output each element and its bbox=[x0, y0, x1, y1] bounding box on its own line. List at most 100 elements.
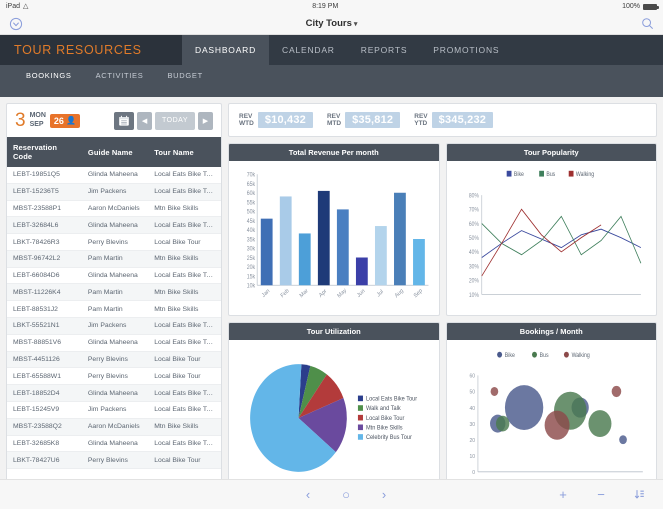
x-tick-label: Sep bbox=[413, 288, 424, 300]
kpi-ytd-value: $345,232 bbox=[431, 112, 494, 128]
cell-reservation-code: LBKT-78426R3 bbox=[13, 238, 60, 246]
today-button[interactable]: TODAY bbox=[155, 111, 195, 130]
subtab-budget[interactable]: BUDGET bbox=[155, 65, 214, 85]
x-tick-label: Apr bbox=[318, 288, 328, 299]
cell-reservation-code: MBST-4451126 bbox=[13, 355, 60, 363]
cell-reservation-code: LBKT-78427U6 bbox=[13, 456, 60, 464]
table-row[interactable]: LEBT-65588W1 Perry Blevins Local Bike Tour bbox=[7, 368, 221, 385]
subtab-activities[interactable]: ACTIVITIES bbox=[84, 65, 156, 85]
add-button[interactable]: + bbox=[555, 487, 571, 503]
cell-reservation-code: LBKT-55521N1 bbox=[13, 322, 60, 330]
kpi-ytd-label-line1: REV bbox=[414, 112, 428, 120]
legend-swatch bbox=[357, 434, 363, 440]
column-tour-name[interactable]: Tour Name bbox=[148, 137, 221, 167]
table-row[interactable]: MBST-11226K4 Pam Martin Mtn Bike Skills bbox=[7, 283, 221, 301]
kpi-wtd-value: $10,432 bbox=[257, 112, 313, 128]
y-tick-label: 50 bbox=[469, 389, 475, 395]
y-tick-label: 15k bbox=[247, 274, 256, 280]
table-row[interactable]: LBKT-55521N1 Jim Packens Local Eats Bike T… bbox=[7, 317, 221, 335]
back-button[interactable]: ‹ bbox=[300, 487, 316, 503]
toolbar-left-group: ‹ ○ › bbox=[300, 487, 392, 503]
cell-reservation-code: LEBT-88531J2 bbox=[13, 305, 58, 313]
cell-guide-name: Glinda Maheena bbox=[87, 389, 138, 397]
cell-guide-name: Perry Blevins bbox=[87, 372, 128, 380]
table-row[interactable]: LBKT-78427U6 Perry Blevins Local Bike Tour bbox=[7, 451, 221, 469]
x-tick-label: May bbox=[337, 287, 348, 299]
y-tick-label: 40% bbox=[468, 250, 478, 257]
legend-label: Local Eats Bike Tour bbox=[366, 396, 417, 402]
card-tour-popularity-body: Bike Bus Walking 80% 70% 60% 50% 40% 30% 20% 10% bbox=[447, 161, 657, 315]
tab-calendar[interactable]: CALENDAR bbox=[269, 35, 348, 65]
table-body: LEBT-19851Q5 Glinda Maheena Local Eats Bik… bbox=[7, 167, 221, 469]
sort-icon[interactable] bbox=[631, 487, 647, 503]
table-row[interactable]: MBST-23588P1 Aaron McDaniels Mtn Bike Skil… bbox=[7, 200, 221, 217]
tour-utilization-pie-chart[interactable]: Local Eats Bike Tour Walk and Talk Local B… bbox=[235, 344, 433, 492]
forward-button[interactable]: › bbox=[376, 487, 392, 503]
bubble bbox=[490, 386, 498, 396]
cell-guide-name: Perry Blevins bbox=[87, 238, 128, 246]
status-time: 8:19 PM bbox=[312, 3, 339, 10]
bookings-bubble-chart[interactable]: Bike Bus Walking 60 50 40 30 20 10 0 bbox=[453, 344, 651, 492]
table-row[interactable]: LEBT-88531J2 Pam Martin Mtn Bike Skills bbox=[7, 301, 221, 318]
table-row[interactable]: LEBT-19851Q5 Glinda Maheena Local Eats Bik… bbox=[7, 167, 221, 184]
subnav-filler bbox=[0, 85, 663, 97]
primary-navigation: TOUR RESOURCES DASHBOARD CALENDAR REPORT… bbox=[0, 35, 663, 65]
legend-swatch bbox=[357, 405, 363, 411]
cell-reservation-code: LEBT-32685K8 bbox=[13, 439, 60, 447]
table-row[interactable]: MBST-23588Q2 Aaron McDaniels Mtn Bike Skil… bbox=[7, 418, 221, 435]
y-tick-label: 0 bbox=[472, 470, 475, 476]
calendar-icon[interactable] bbox=[114, 111, 135, 130]
legend-label: Walk and Talk bbox=[366, 406, 401, 412]
kpi-rev-wtd: REV WTD $10,432 bbox=[239, 112, 313, 128]
next-day-button[interactable]: ▶ bbox=[198, 111, 213, 130]
cell-reservation-code: LEBT-32684L6 bbox=[13, 221, 59, 229]
tour-popularity-line-chart[interactable]: Bike Bus Walking 80% 70% 60% 50% 40% 30% 20% 10% bbox=[453, 165, 651, 313]
table-row[interactable]: LEBT-32685K8 Glinda Maheena Local Eats Bik… bbox=[7, 435, 221, 452]
legend-dot bbox=[563, 351, 569, 358]
y-tick-label: 10% bbox=[468, 292, 478, 299]
cell-tour-name: Local Eats Bike Tour bbox=[154, 322, 217, 330]
date-toolbar: 3 MON SEP 26 👤 ◀ TODAY ▶ bbox=[6, 103, 222, 137]
chart-row-top: Total Revenue Per month 70k 65k 60k 55k 50k 4… bbox=[228, 143, 657, 316]
search-icon[interactable] bbox=[639, 16, 655, 32]
table-row[interactable]: MBST-88851V6 Glinda Maheena Local Eats Bik… bbox=[7, 334, 221, 352]
column-reservation-code[interactable]: Reservation Code bbox=[7, 137, 82, 167]
tab-promotions[interactable]: PROMOTIONS bbox=[420, 35, 512, 65]
bubble bbox=[618, 435, 627, 445]
table-row[interactable]: LEBT-18852D4 Glinda Maheena Local Eats Bik… bbox=[7, 384, 221, 402]
stop-button[interactable]: ○ bbox=[338, 487, 354, 503]
table-row[interactable]: LEBT-15245V9 Jim Packens Local Eats Bike T… bbox=[7, 401, 221, 419]
table-row[interactable]: LEBT-66084D6 Glinda Maheena Local Eats Bik… bbox=[7, 267, 221, 284]
table-row[interactable]: MBST-96742L2 Pam Martin Mtn Bike Skills bbox=[7, 250, 221, 268]
series-line bbox=[480, 208, 601, 277]
y-tick-label: 45k bbox=[247, 219, 256, 225]
remove-button[interactable]: − bbox=[593, 487, 609, 503]
page-title: City Tours ▾ bbox=[0, 18, 663, 29]
table-row[interactable]: LBKT-78426R3 Perry Blevins Local Bike Tour bbox=[7, 234, 221, 251]
y-tick-label: 65k bbox=[247, 182, 256, 188]
y-tick-label: 70k bbox=[247, 172, 256, 178]
cell-tour-name: Local Eats Bike Tour bbox=[154, 221, 217, 229]
legend-swatch bbox=[357, 414, 363, 421]
table-row[interactable]: MBST-4451126 Perry Blevins Local Bike Tour bbox=[7, 351, 221, 368]
cell-reservation-code: MBST-23588Q2 bbox=[13, 423, 62, 431]
cell-tour-name: Local Eats Bike Tour bbox=[154, 439, 217, 447]
table-row[interactable]: LEBT-15236T5 Jim Packens Local Eats Bike T… bbox=[7, 183, 221, 201]
tab-reports[interactable]: REPORTS bbox=[348, 35, 421, 65]
toolbar-right-group: + − bbox=[555, 487, 647, 503]
column-guide-name[interactable]: Guide Name bbox=[81, 137, 149, 167]
tab-dashboard[interactable]: DASHBOARD bbox=[182, 35, 270, 65]
y-tick-label: 35k bbox=[247, 237, 256, 243]
chevron-circle-down-icon[interactable] bbox=[8, 16, 24, 32]
card-tour-popularity-title: Tour Popularity bbox=[446, 144, 656, 161]
cell-reservation-code: LEBT-18852D4 bbox=[13, 389, 60, 397]
cell-reservation-code: LEBT-15245V9 bbox=[13, 406, 60, 414]
battery-icon bbox=[642, 3, 659, 10]
kpi-wtd-label: REV WTD bbox=[239, 113, 254, 128]
prev-day-button[interactable]: ◀ bbox=[137, 111, 153, 130]
cell-tour-name: Mtn Bike Skills bbox=[154, 255, 199, 263]
revenue-bar-chart[interactable]: 70k 65k 60k 55k 50k 45k 40k 35k 30k 25k 20k 15k 10k J… bbox=[235, 165, 433, 313]
x-tick-label: Jan bbox=[261, 288, 271, 299]
subtab-bookings[interactable]: BOOKINGS bbox=[14, 65, 84, 85]
table-row[interactable]: LEBT-32684L6 Glinda Maheena Local Eats Bik… bbox=[7, 216, 221, 234]
